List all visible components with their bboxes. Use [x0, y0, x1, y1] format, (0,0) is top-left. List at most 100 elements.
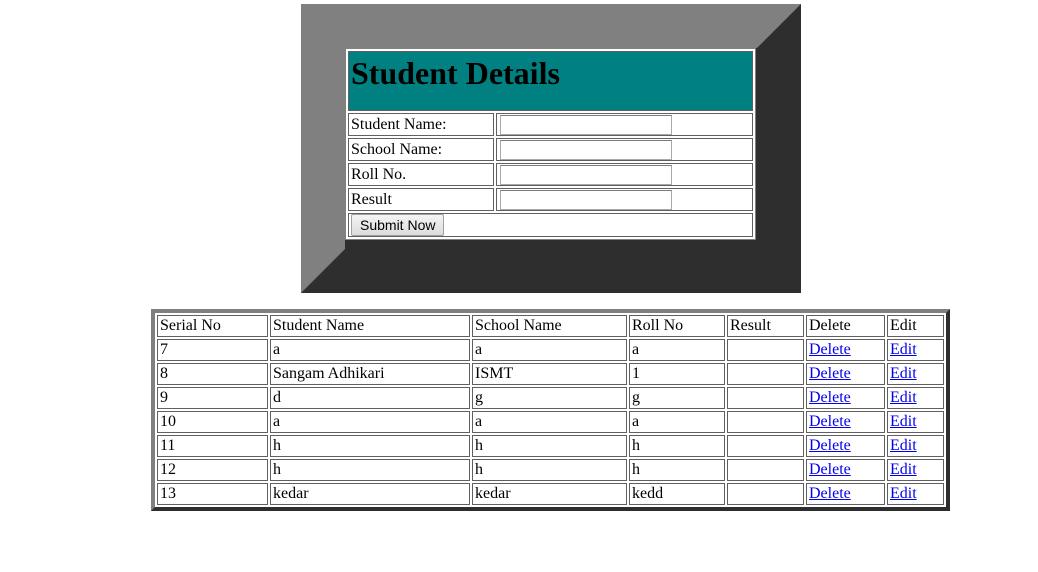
student-name-cell: kedar — [270, 483, 470, 505]
edit-link[interactable]: Edit — [890, 341, 917, 358]
result-label: Result — [348, 188, 494, 211]
student-name-row: Student Name: — [348, 113, 753, 136]
student-name-cell: d — [270, 387, 470, 409]
serial-cell: 8 — [157, 363, 268, 385]
table-row: 11 h h h Delete Edit — [157, 435, 944, 457]
school-name-cell: g — [472, 387, 627, 409]
column-header-roll-no: Roll No — [629, 315, 725, 337]
serial-cell: 11 — [157, 435, 268, 457]
serial-cell: 9 — [157, 387, 268, 409]
school-name-cell: ISMT — [472, 363, 627, 385]
roll-no-cell: h — [629, 435, 725, 457]
delete-cell: Delete — [806, 435, 885, 457]
form-header: Student Details — [348, 51, 753, 111]
school-name-cell: a — [472, 411, 627, 433]
roll-no-cell: g — [629, 387, 725, 409]
delete-cell: Delete — [806, 459, 885, 481]
roll-no-cell: a — [629, 411, 725, 433]
column-header-edit: Edit — [887, 315, 944, 337]
column-header-delete: Delete — [806, 315, 885, 337]
edit-link[interactable]: Edit — [890, 413, 917, 430]
delete-cell: Delete — [806, 363, 885, 385]
roll-no-label: Roll No. — [348, 163, 494, 186]
delete-link[interactable]: Delete — [809, 461, 851, 478]
student-name-label: Student Name: — [348, 113, 494, 136]
result-cell — [727, 483, 804, 505]
result-cell — [727, 459, 804, 481]
delete-cell: Delete — [806, 339, 885, 361]
school-name-row: School Name: — [348, 138, 753, 161]
result-cell — [727, 387, 804, 409]
student-name-cell — [496, 113, 753, 136]
column-header-student-name: Student Name — [270, 315, 470, 337]
serial-cell: 13 — [157, 483, 268, 505]
table-row: 10 a a a Delete Edit — [157, 411, 944, 433]
table-row: 8 Sangam Adhikari ISMT 1 Delete Edit — [157, 363, 944, 385]
result-cell — [727, 339, 804, 361]
school-name-label: School Name: — [348, 138, 494, 161]
school-name-cell: a — [472, 339, 627, 361]
column-header-school-name: School Name — [472, 315, 627, 337]
roll-no-row: Roll No. — [348, 163, 753, 186]
student-name-cell: h — [270, 459, 470, 481]
school-name-cell — [496, 138, 753, 161]
delete-link[interactable]: Delete — [809, 365, 851, 382]
student-name-input[interactable] — [500, 115, 672, 135]
submit-row: Submit Now — [348, 213, 753, 237]
edit-cell: Edit — [887, 363, 944, 385]
edit-cell: Edit — [887, 459, 944, 481]
delete-cell: Delete — [806, 483, 885, 505]
student-records-table: Serial No Student Name School Name Roll … — [151, 309, 950, 511]
result-row: Result — [348, 188, 753, 211]
student-details-form: Student Details Student Name: School Nam… — [345, 48, 756, 240]
school-name-input[interactable] — [500, 140, 672, 160]
serial-cell: 12 — [157, 459, 268, 481]
school-name-cell: kedar — [472, 483, 627, 505]
serial-cell: 7 — [157, 339, 268, 361]
edit-cell: Edit — [887, 339, 944, 361]
submit-cell: Submit Now — [348, 213, 753, 237]
table-header-row: Serial No Student Name School Name Roll … — [157, 315, 944, 337]
student-name-cell: a — [270, 411, 470, 433]
student-name-cell: a — [270, 339, 470, 361]
delete-link[interactable]: Delete — [809, 389, 851, 406]
edit-cell: Edit — [887, 483, 944, 505]
roll-no-cell — [496, 163, 753, 186]
result-cell — [727, 411, 804, 433]
delete-cell: Delete — [806, 411, 885, 433]
roll-no-cell: h — [629, 459, 725, 481]
serial-cell: 10 — [157, 411, 268, 433]
edit-link[interactable]: Edit — [890, 365, 917, 382]
student-name-cell: Sangam Adhikari — [270, 363, 470, 385]
delete-link[interactable]: Delete — [809, 437, 851, 454]
edit-link[interactable]: Edit — [890, 461, 917, 478]
delete-cell: Delete — [806, 387, 885, 409]
student-name-cell: h — [270, 435, 470, 457]
table-row: 12 h h h Delete Edit — [157, 459, 944, 481]
page-title: Student Details — [351, 55, 560, 91]
result-input[interactable] — [500, 190, 672, 210]
school-name-cell: h — [472, 435, 627, 457]
table-row: 13 kedar kedar kedd Delete Edit — [157, 483, 944, 505]
delete-link[interactable]: Delete — [809, 485, 851, 502]
edit-link[interactable]: Edit — [890, 437, 917, 454]
edit-cell: Edit — [887, 411, 944, 433]
roll-no-cell: kedd — [629, 483, 725, 505]
result-cell — [727, 435, 804, 457]
edit-cell: Edit — [887, 387, 944, 409]
roll-no-input[interactable] — [500, 165, 672, 185]
table-row: 9 d g g Delete Edit — [157, 387, 944, 409]
column-header-result: Result — [727, 315, 804, 337]
edit-cell: Edit — [887, 435, 944, 457]
column-header-serial-no: Serial No — [157, 315, 268, 337]
edit-link[interactable]: Edit — [890, 485, 917, 502]
edit-link[interactable]: Edit — [890, 389, 917, 406]
delete-link[interactable]: Delete — [809, 413, 851, 430]
roll-no-cell: a — [629, 339, 725, 361]
submit-button[interactable]: Submit Now — [351, 214, 445, 236]
result-cell — [727, 363, 804, 385]
table-row: 7 a a a Delete Edit — [157, 339, 944, 361]
roll-no-cell: 1 — [629, 363, 725, 385]
school-name-cell: h — [472, 459, 627, 481]
delete-link[interactable]: Delete — [809, 341, 851, 358]
